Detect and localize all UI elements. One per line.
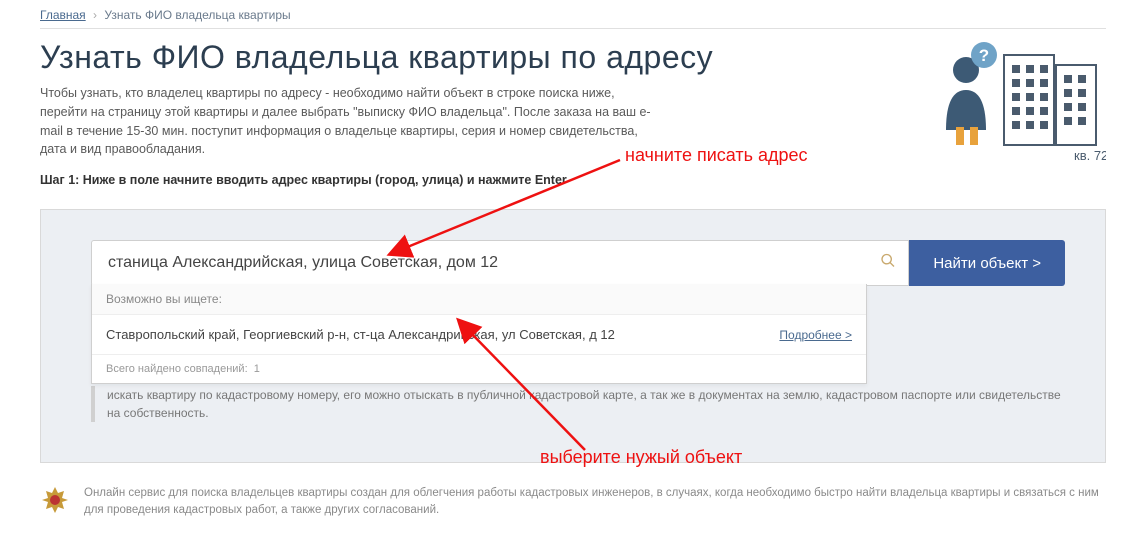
find-object-button[interactable]: Найти объект > [909,240,1065,286]
breadcrumb-current: Узнать ФИО владельца квартиры [104,8,290,22]
search-box [91,240,909,286]
hero-illustration: ? кв. 72 [896,35,1106,165]
suggestion-item[interactable]: Ставропольский край, Георгиевский р-н, с… [92,315,866,355]
apt-label: кв. 72 [1074,148,1106,163]
svg-text:?: ? [979,46,989,65]
breadcrumb-sep: › [93,8,97,22]
suggestions-footer: Всего найдено совпадений: 1 [92,355,866,383]
search-panel: Найти объект > Возможно вы ищете: Ставро… [40,209,1106,463]
search-icon [880,253,896,274]
step-label: Шаг 1: Ниже в поле начните вводить адрес… [40,173,1106,187]
breadcrumb-home[interactable]: Главная [40,8,86,22]
breadcrumb: Главная › Узнать ФИО владельца квартиры [40,8,1106,29]
suggestion-text: Ставропольский край, Георгиевский р-н, с… [106,327,615,342]
emblem-icon [40,485,70,522]
footer-note: Онлайн сервис для поиска владельцев квар… [40,485,1106,522]
address-input[interactable] [106,253,868,273]
under-text: искать квартиру по кадастровому номеру, … [91,386,1065,422]
suggestions-header: Возможно вы ищете: [92,284,866,315]
footer-text: Онлайн сервис для поиска владельцев квар… [84,485,1106,520]
suggestion-more-link[interactable]: Подробнее > [779,328,852,342]
suggestions-dropdown: Возможно вы ищете: Ставропольский край, … [91,284,867,384]
intro-text: Чтобы узнать, кто владелец квартиры по а… [40,84,660,159]
